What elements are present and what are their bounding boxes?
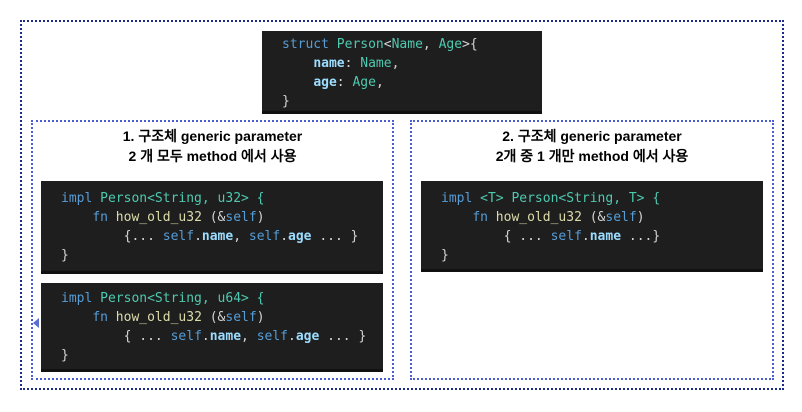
struct-definition-code: struct Person<Name, Age>{ name: Name, ag… <box>262 31 542 111</box>
panel2-subtitle: 2개 중 1 개만 method 에서 사용 <box>495 148 689 164</box>
impl-u64-code: impl Person<String, u64> { fn how_old_u3… <box>41 283 383 369</box>
panel2-title: 2. 구조체 generic parameter <box>502 128 682 144</box>
impl-u32-code: impl Person<String, u32> { fn how_old_u3… <box>41 181 383 271</box>
panel1-title: 1. 구조체 generic parameter <box>122 128 303 144</box>
triangle-marker-icon <box>33 318 39 328</box>
impl-generic-t-code: impl <T> Person<String, T> { fn how_old_… <box>421 181 763 269</box>
panel1-subtitle: 2 개 모두 method 에서 사용 <box>128 148 297 164</box>
panel2-heading: 2. 구조체 generic parameter 2개 중 1 개만 metho… <box>410 126 774 166</box>
panel1-heading: 1. 구조체 generic parameter 2 개 모두 method 에… <box>31 126 394 166</box>
